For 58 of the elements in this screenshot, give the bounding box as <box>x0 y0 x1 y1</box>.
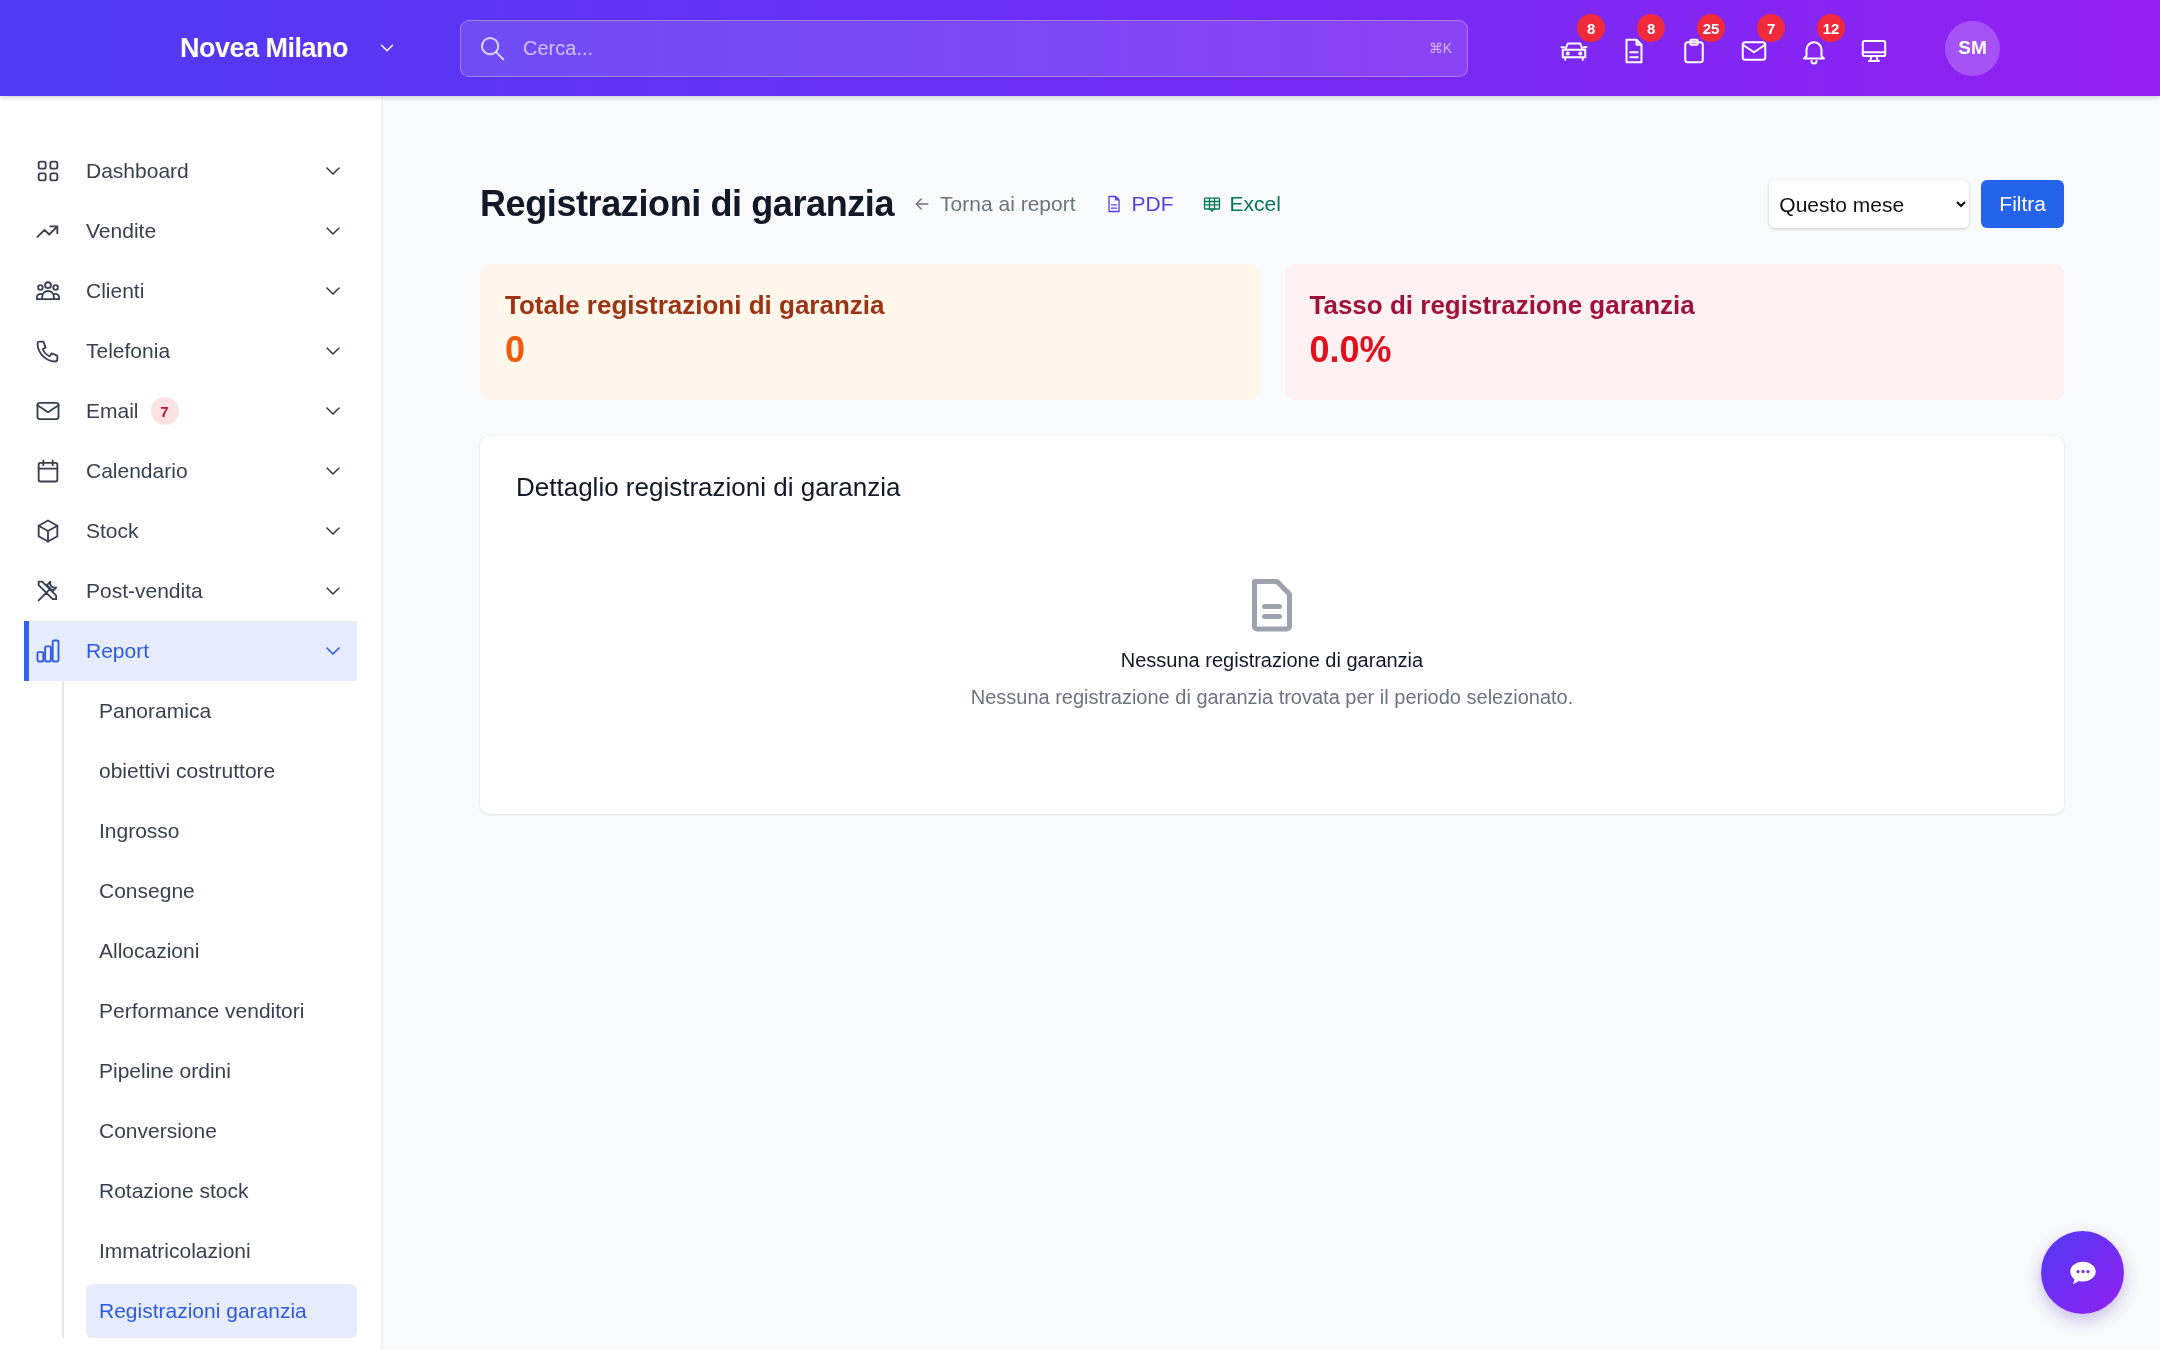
card-title: Dettaglio registrazioni di garanzia <box>516 472 902 503</box>
toolbar-button[interactable]: 8 <box>1551 14 1606 66</box>
sidebar-subitem[interactable]: obiettivi costruttore <box>86 741 357 801</box>
count-badge: 8 <box>1577 14 1606 42</box>
period-select[interactable]: Questo mese <box>1769 180 1970 228</box>
excel-link[interactable]: Excel <box>1201 192 1281 216</box>
toolbar-button[interactable]: 7 <box>1731 14 1786 66</box>
filter-button[interactable]: Filtra <box>1981 180 2064 228</box>
sidebar-item[interactable]: Stock <box>24 501 357 561</box>
sidebar-subitem[interactable]: Allocazioni <box>86 921 357 981</box>
stat-value: 0.0% <box>1309 329 1393 371</box>
sidebar-item[interactable]: Clienti <box>24 261 357 321</box>
toolbar-button[interactable]: 12 <box>1791 14 1846 66</box>
sidebar-subitem[interactable]: Rotazione stock <box>86 1161 357 1221</box>
empty-state-text: Nessuna registrazione di garanzia trovata per il periodo selezionato. <box>970 686 1574 709</box>
chat-button[interactable] <box>2041 1231 2124 1314</box>
sidebar-subitem[interactable]: Panoramica <box>86 681 357 741</box>
pdf-link[interactable]: PDF <box>1103 192 1174 216</box>
count-badge: 7 <box>1757 14 1786 42</box>
brand-name[interactable]: Novea Milano <box>180 32 349 64</box>
sidebar-item[interactable]: Email 7 <box>24 381 357 441</box>
user-avatar[interactable]: SM <box>1945 20 2001 76</box>
toolbar-button[interactable]: 25 <box>1671 14 1726 66</box>
count-badge: 7 <box>150 397 179 425</box>
sidebar-item[interactable]: Report <box>24 621 357 681</box>
page-title: Registrazioni di garanzia <box>480 183 895 225</box>
sidebar-label: Clienti <box>86 279 145 303</box>
bar-chart-icon <box>34 637 62 665</box>
empty-state-title: Nessuna registrazione di garanzia <box>1120 649 1424 672</box>
sidebar-label: Report <box>86 639 150 663</box>
sidebar-label: Dashboard <box>86 159 189 183</box>
sidebar-subitem[interactable]: Pipeline ordini <box>86 1041 357 1101</box>
count-badge: 25 <box>1697 14 1726 42</box>
sidebar-item[interactable]: Telefonia <box>24 321 357 381</box>
sidebar-item[interactable]: Vendite <box>24 201 357 261</box>
sidebar-subitem[interactable]: Consegne <box>86 861 357 921</box>
count-badge: 12 <box>1817 14 1846 42</box>
sidebar-subitem[interactable]: Immatricolazioni <box>86 1221 357 1281</box>
sidebar-label: Vendite <box>86 219 157 243</box>
sidebar-label: Stock <box>86 519 139 543</box>
sidebar-label: Post-vendita <box>86 579 203 603</box>
sidebar-subitem[interactable]: Registrazioni garanzia <box>86 1284 357 1338</box>
stat-label: Totale registrazioni di garanzia <box>505 290 886 321</box>
count-badge: 8 <box>1637 14 1666 42</box>
sidebar-item[interactable]: Calendario <box>24 441 357 501</box>
sidebar-subitem[interactable]: Performance venditori <box>86 981 357 1041</box>
sidebar-label: Email <box>86 399 139 423</box>
sidebar-label: Telefonia <box>86 339 171 363</box>
toolbar-button[interactable]: 8 <box>1611 14 1666 66</box>
sidebar-item[interactable]: Post-vendita <box>24 561 357 621</box>
sidebar-label: Calendario <box>86 459 188 483</box>
back-link[interactable]: Torna ai report <box>912 192 1076 216</box>
sidebar-item[interactable]: Dashboard <box>24 141 357 201</box>
stat-value: 0 <box>505 329 527 371</box>
sidebar-subitem[interactable]: Ingrosso <box>86 801 357 861</box>
sidebar-subitem[interactable]: Conversione <box>86 1101 357 1161</box>
stat-label: Tasso di registrazione garanzia <box>1309 290 1696 321</box>
shortcut-hint: ⌘K <box>1428 39 1453 56</box>
